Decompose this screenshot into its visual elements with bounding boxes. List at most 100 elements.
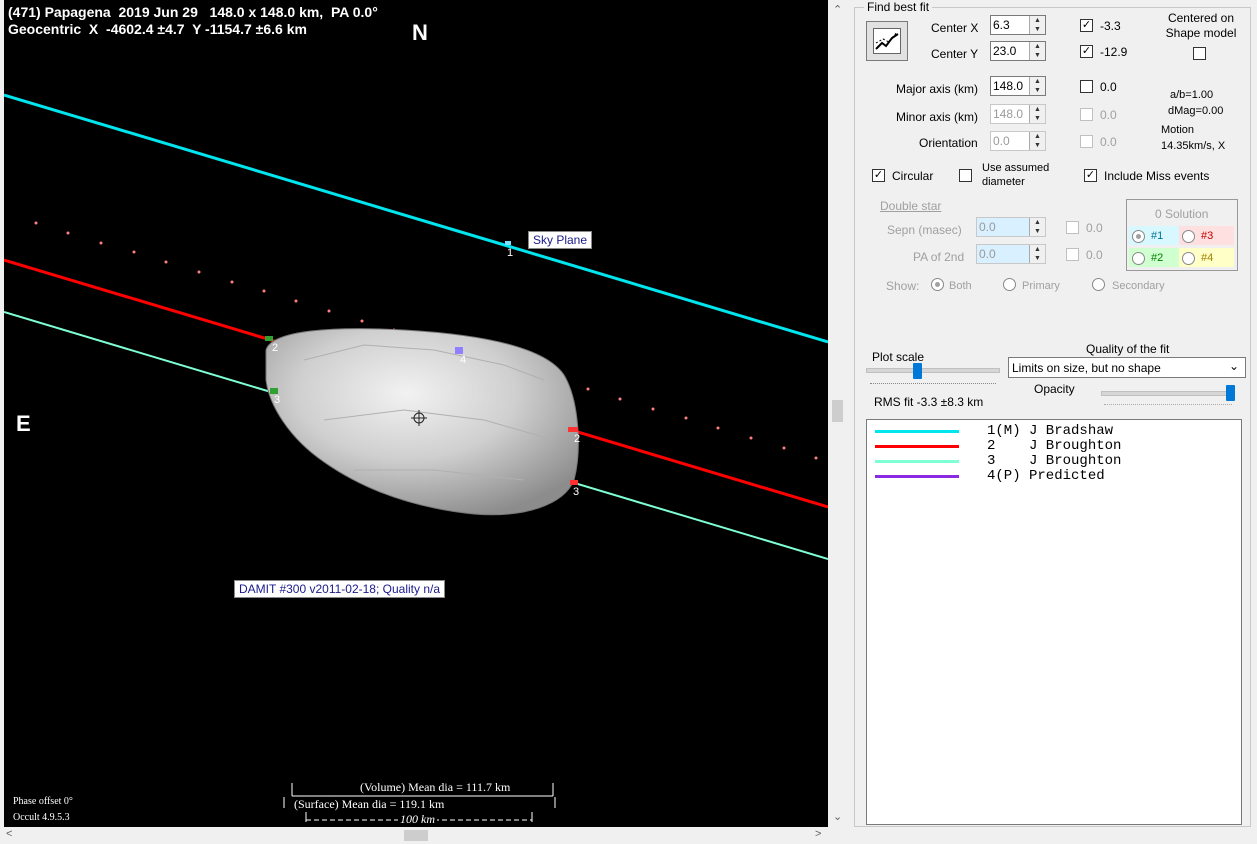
legend-text-3: 3 J Broughton	[987, 453, 1122, 469]
scroll-right-icon[interactable]: >	[815, 828, 821, 840]
opacity-label: Opacity	[1034, 382, 1075, 396]
sepn-input[interactable]: 0.0 ▲ ▼	[976, 217, 1046, 237]
solution-2-radio[interactable]	[1132, 252, 1145, 265]
quality-select[interactable]: Limits on size, but no shape ⌄	[1008, 357, 1246, 378]
minor-axis-label: Minor axis (km)	[896, 110, 979, 124]
use-assumed-diameter-checkbox[interactable]	[959, 169, 972, 182]
rms-fit: RMS fit -3.3 ±8.3 km	[874, 395, 984, 409]
show-both-label: Both	[949, 280, 972, 292]
circular-label: Circular	[892, 169, 934, 183]
center-x-checkbox[interactable]: ✓	[1080, 19, 1093, 32]
minor-axis-input[interactable]: 148.0 ▲ ▼	[990, 104, 1046, 124]
pa2-delta: 0.0	[1086, 248, 1103, 262]
circular-checkbox[interactable]: ✓	[872, 169, 885, 182]
include-miss-checkbox[interactable]: ✓	[1084, 169, 1097, 182]
legend-swatch-2	[875, 445, 959, 448]
sepn-label: Sepn (masec)	[887, 223, 962, 237]
plot-graphics	[4, 93, 828, 822]
opacity-thumb[interactable]	[1226, 385, 1235, 401]
center-y-delta: -12.9	[1100, 45, 1128, 59]
center-y-checkbox[interactable]: ✓	[1080, 45, 1093, 58]
show-both-radio[interactable]	[931, 278, 944, 291]
chord-marker-2: 2	[272, 342, 279, 354]
legend-text-2: 2 J Broughton	[987, 438, 1122, 454]
major-axis-label: Major axis (km)	[896, 82, 979, 96]
plot-title-line1: (471) Papagena 2019 Jun 29 148.0 x 148.0…	[8, 4, 378, 20]
pa2-checkbox[interactable]	[1066, 248, 1079, 261]
motion-label: Motion	[1161, 124, 1195, 136]
occultation-plot[interactable]: (471) Papagena 2019 Jun 29 148.0 x 148.0…	[4, 0, 828, 827]
show-secondary-radio[interactable]	[1092, 278, 1105, 291]
plot-scale-track[interactable]	[866, 368, 1000, 373]
sepn-checkbox[interactable]	[1066, 221, 1079, 234]
vertical-scroll-thumb[interactable]	[832, 400, 843, 422]
dmag-value: dMag=0.00	[1168, 105, 1224, 117]
plot-vertical-scrollbar[interactable]: ⌃ ⌄	[829, 0, 846, 827]
chord-line-1	[4, 93, 828, 344]
legend-text-1: 1(M) J Bradshaw	[987, 423, 1114, 439]
chord-marker-3b: 3	[573, 486, 580, 498]
quality-label: Quality of the fit	[1086, 342, 1170, 356]
plot-title-line2: Geocentric X -4602.4 ±4.7 Y -1154.7 ±6.6…	[8, 21, 307, 37]
scroll-left-icon[interactable]: <	[6, 828, 12, 840]
chord-marker-4: 4	[460, 354, 467, 366]
scroll-up-icon[interactable]: ⌃	[833, 3, 842, 16]
model-label: DAMIT #300 v2011-02-18; Quality n/a	[234, 580, 445, 598]
chart-icon	[873, 28, 901, 54]
orientation-input[interactable]: 0.0 ▲ ▼	[990, 131, 1046, 151]
center-y-input[interactable]: 23.0 ▲ ▼	[990, 41, 1046, 61]
opacity-ticks	[1104, 404, 1232, 405]
orientation-label: Orientation	[919, 136, 978, 150]
legend-swatch-4	[875, 475, 959, 478]
phase-offset: Phase offset 0°	[13, 796, 73, 807]
show-secondary-label: Secondary	[1112, 280, 1165, 292]
pa2-label: PA of 2nd	[913, 250, 965, 264]
sepn-delta: 0.0	[1086, 221, 1103, 235]
solution-1-radio[interactable]	[1132, 230, 1145, 243]
center-x-input[interactable]: 6.3 ▲ ▼	[990, 15, 1046, 35]
major-axis-delta: 0.0	[1100, 80, 1117, 94]
centered-on-shape-label: Centered on Shape model	[1165, 11, 1237, 40]
minor-axis-checkbox[interactable]	[1080, 108, 1093, 121]
north-label: N	[412, 20, 428, 45]
show-label: Show:	[886, 279, 920, 293]
plot-scale-thumb[interactable]	[913, 363, 922, 379]
show-primary-label: Primary	[1022, 280, 1060, 292]
solution-3-radio[interactable]	[1182, 230, 1195, 243]
sky-plane-label: Sky Plane	[528, 231, 593, 249]
plot-scale-label: Plot scale	[872, 350, 925, 364]
chord-marker-1: 1	[507, 247, 514, 259]
observer-legend[interactable]: 1(M) J Bradshaw 2 J Broughton 3 J Brough…	[866, 419, 1242, 825]
major-axis-input[interactable]: 148.0 ▲ ▼	[990, 76, 1046, 96]
legend-text-4: 4(P) Predicted	[987, 468, 1105, 484]
center-x-label: Center X	[931, 21, 979, 35]
east-label: E	[16, 411, 31, 436]
orientation-checkbox[interactable]	[1080, 135, 1093, 148]
solution-4-radio[interactable]	[1182, 252, 1195, 265]
ab-ratio: a/b=1.00	[1170, 89, 1214, 101]
legend-swatch-3	[875, 460, 959, 463]
show-primary-radio[interactable]	[1003, 278, 1016, 291]
centered-on-shape-checkbox[interactable]	[1193, 47, 1206, 60]
use-assumed-diameter-label: Use assumed diameter	[982, 162, 1050, 188]
scroll-down-icon[interactable]: ⌄	[833, 810, 842, 823]
include-miss-label: Include Miss events	[1104, 169, 1210, 183]
solution-4-label: #4	[1201, 252, 1214, 264]
minor-axis-delta: 0.0	[1100, 108, 1117, 122]
major-axis-checkbox[interactable]	[1080, 80, 1093, 93]
chevron-down-icon: ⌄	[1228, 359, 1239, 373]
opacity-track[interactable]	[1101, 391, 1235, 396]
horizontal-scroll-thumb[interactable]	[404, 830, 428, 841]
double-star-label: Double star	[880, 199, 942, 213]
center-y-label: Center Y	[931, 47, 979, 61]
pa2-input[interactable]: 0.0 ▲ ▼	[976, 244, 1046, 264]
plot-horizontal-scrollbar[interactable]: < >	[0, 827, 829, 844]
orientation-delta: 0.0	[1100, 135, 1117, 149]
solution-title: 0 Solution	[1155, 207, 1209, 221]
find-best-fit-label: Find best fit	[864, 0, 933, 14]
find-fit-button[interactable]	[866, 21, 908, 61]
plot-scale-ticks	[870, 383, 996, 388]
scale-bar-label: 100 km	[398, 812, 437, 827]
motion-value: 14.35km/s, X	[1161, 140, 1226, 152]
center-x-delta: -3.3	[1100, 19, 1121, 33]
